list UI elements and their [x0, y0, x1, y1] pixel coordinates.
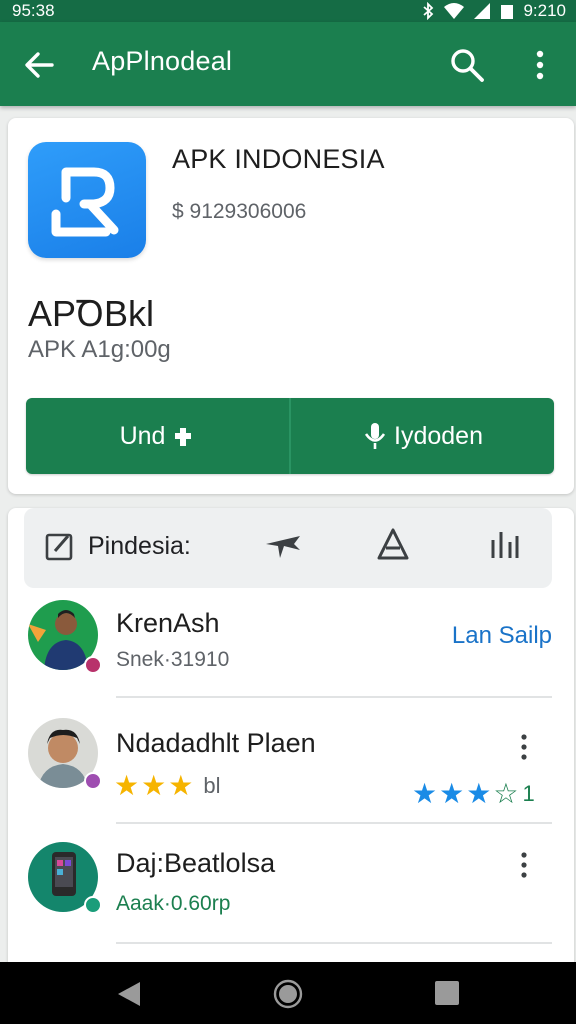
lan-sailp-link[interactable]: Lan Sailp — [452, 622, 552, 650]
nav-back-icon[interactable] — [116, 980, 142, 1008]
app-detail-card: APK INDONESIA $ 9129306006 APꝹBkl APK A1… — [8, 118, 574, 494]
item-subtitle: Snek·31910 — [116, 648, 230, 671]
warning-icon[interactable] — [376, 526, 410, 564]
wifi-icon — [444, 3, 465, 19]
item-title: Ndadadhlt Plaen — [116, 728, 316, 758]
star-icon: ★ — [114, 770, 140, 801]
rating-left-label: bl — [203, 773, 221, 798]
avatar-badge — [84, 896, 102, 914]
divider — [116, 822, 552, 824]
nav-recents-icon[interactable] — [434, 980, 460, 1006]
action-buttons: Und Iydoden — [26, 398, 554, 474]
star-icon: ★ — [439, 778, 465, 809]
filter-label: Pindesia: — [88, 532, 191, 560]
list-item[interactable]: Ndadadhlt Plaen ★ ★ ★ bl ★ ★ ★ ☆ 1 — [8, 716, 574, 836]
app-bar: ApPlnodeal — [0, 22, 576, 106]
app-logo-icon — [28, 142, 146, 258]
app-heading: APꝹBkl — [28, 293, 155, 334]
app-price: $ 9129306006 — [172, 200, 307, 223]
iydoden-button-label: Iydoden — [394, 421, 483, 450]
edit-icon[interactable] — [44, 530, 76, 562]
list-item[interactable]: KrenAsh Snek·31910 Lan Sailp — [8, 596, 574, 716]
filter-bar: Pindesia: — [24, 508, 552, 588]
half-star-icon: ☆ — [493, 778, 519, 809]
item-subtitle: Aaak·0.60rp — [116, 892, 231, 915]
app-bar-title: ApPlnodeal — [92, 46, 233, 76]
und-button[interactable]: Und — [26, 398, 289, 474]
back-arrow-icon[interactable] — [22, 48, 56, 82]
avatar-badge — [84, 772, 102, 790]
microphone-icon — [364, 423, 386, 449]
more-vert-icon[interactable] — [516, 732, 532, 762]
rating-right-count: 1 — [522, 781, 535, 806]
star-icon: ★ — [141, 770, 167, 801]
iydoden-button[interactable]: Iydoden — [289, 398, 554, 474]
status-bar: 95:38 9:210 — [0, 0, 576, 22]
airplane-icon[interactable] — [264, 528, 304, 564]
plus-icon — [175, 428, 192, 446]
star-icon: ★ — [168, 770, 194, 801]
avatar-badge — [84, 656, 102, 674]
status-time-right: 9:210 — [523, 1, 566, 20]
more-vert-icon[interactable] — [528, 48, 552, 82]
item-title: KrenAsh — [116, 608, 220, 638]
app-name: APK INDONESIA — [172, 144, 385, 174]
nav-home-icon[interactable] — [272, 978, 304, 1010]
star-icon: ★ — [412, 778, 438, 809]
system-nav-bar — [0, 962, 576, 1024]
chart-bars-icon[interactable] — [488, 528, 522, 564]
app-subtitle: APK A1g:00g — [28, 336, 171, 363]
rating-right: ★ ★ ★ ☆ 1 — [412, 780, 535, 808]
bluetooth-icon — [423, 2, 434, 20]
rating-left: ★ ★ ★ bl — [114, 772, 220, 800]
list-item[interactable]: Daj:Beatlolsa Aaak·0.60rp — [8, 836, 574, 956]
status-time-left: 95:38 — [12, 1, 55, 20]
status-icons: 9:210 — [421, 1, 566, 21]
und-button-label: Und — [119, 421, 166, 450]
signal-icon — [474, 3, 491, 19]
more-vert-icon[interactable] — [516, 850, 532, 880]
item-title: Daj:Beatlolsa — [116, 848, 276, 878]
battery-icon — [501, 5, 514, 19]
divider — [116, 942, 552, 944]
list-card: Pindesia: KrenAsh Snek·31910 Lan Sailp N… — [8, 508, 574, 968]
divider — [116, 696, 552, 698]
star-icon: ★ — [466, 778, 492, 809]
search-icon[interactable] — [448, 46, 486, 84]
